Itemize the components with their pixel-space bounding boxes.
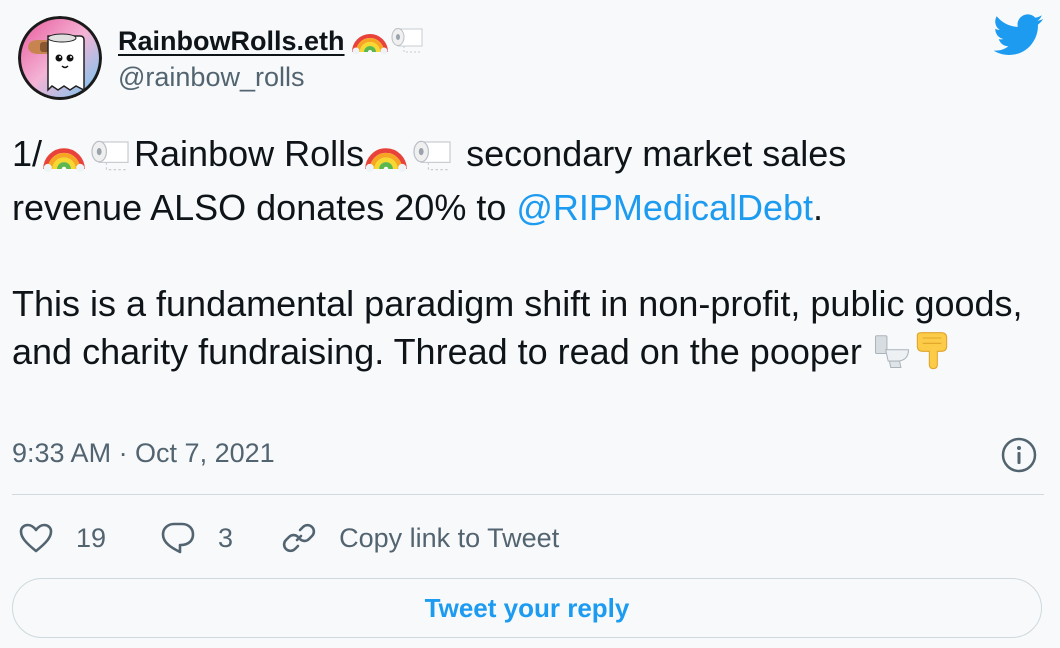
rainbow-emoji	[364, 136, 408, 184]
tweet-card: RainbowRolls.eth @rainbow_rolls 1/ Rainb…	[0, 0, 1060, 648]
toilet-paper-emoji	[408, 136, 456, 184]
backhand-index-pointing-down-emoji	[912, 330, 952, 382]
author-display-name[interactable]: RainbowRolls.eth	[118, 26, 345, 57]
twitter-bird-icon[interactable]	[993, 14, 1044, 56]
line1-suffix: secondary market sales	[456, 133, 847, 174]
tweet-text: 1/ Rainbow Rolls secondary market sales …	[12, 130, 1042, 382]
thread-prefix: 1/	[12, 133, 43, 174]
tweet-paragraph-2: This is a fundamental paradigm shift in …	[12, 280, 1042, 382]
copy-link-label: Copy link to Tweet	[339, 522, 560, 553]
brand-name: Rainbow Rolls	[134, 133, 365, 174]
link-icon	[281, 520, 317, 556]
tweet-timestamp[interactable]: 9:33 AM · Oct 7, 2021	[12, 438, 275, 469]
tweet-your-reply-button[interactable]: Tweet your reply	[12, 578, 1042, 638]
reply-count: 3	[218, 522, 234, 553]
mention-link[interactable]: @RIPMedicalDebt	[516, 187, 813, 228]
avatar[interactable]	[18, 16, 102, 100]
tweet-paragraph-1: 1/ Rainbow Rolls secondary market sales …	[12, 130, 1042, 232]
rainbow-emoji	[351, 24, 389, 59]
divider	[12, 494, 1044, 495]
author-name-row[interactable]: RainbowRolls.eth	[118, 21, 424, 61]
line2-text: revenue ALSO donates 20% to	[12, 187, 517, 228]
tweet-actions: 19 3 Copy link to Tweet	[18, 516, 559, 560]
info-circle-icon[interactable]	[1001, 437, 1037, 473]
speech-bubble-icon	[160, 521, 196, 555]
toilet-paper-emoji	[390, 24, 424, 59]
toilet-paper-emoji	[86, 136, 134, 184]
toilet-emoji	[872, 332, 912, 382]
heart-outline-icon	[18, 522, 54, 554]
author-handle[interactable]: @rainbow_rolls	[118, 62, 304, 93]
rainbow-emoji	[42, 136, 86, 184]
like-count: 19	[76, 522, 107, 553]
line2-end: .	[813, 187, 824, 228]
reply-button[interactable]: 3	[160, 521, 233, 555]
like-button[interactable]: 19	[18, 522, 106, 554]
copy-link-button[interactable]: Copy link to Tweet	[281, 520, 559, 556]
